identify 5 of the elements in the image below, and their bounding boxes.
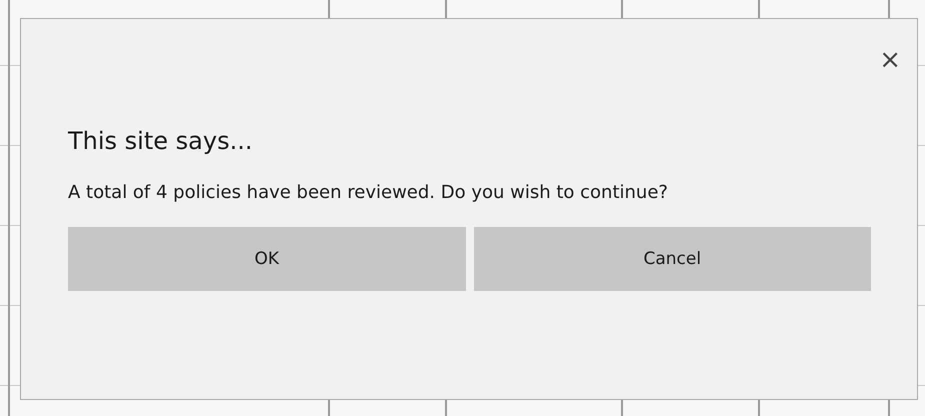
dialog-button[interactable]: Cancel [474,227,871,291]
dialog-button[interactable]: OK [68,227,466,291]
dialog-title: This site says... [68,127,254,155]
dialog-message: A total of 4 policies have been reviewed. Do you wish to continue? [68,181,668,205]
close-icon[interactable]: × [879,47,901,73]
